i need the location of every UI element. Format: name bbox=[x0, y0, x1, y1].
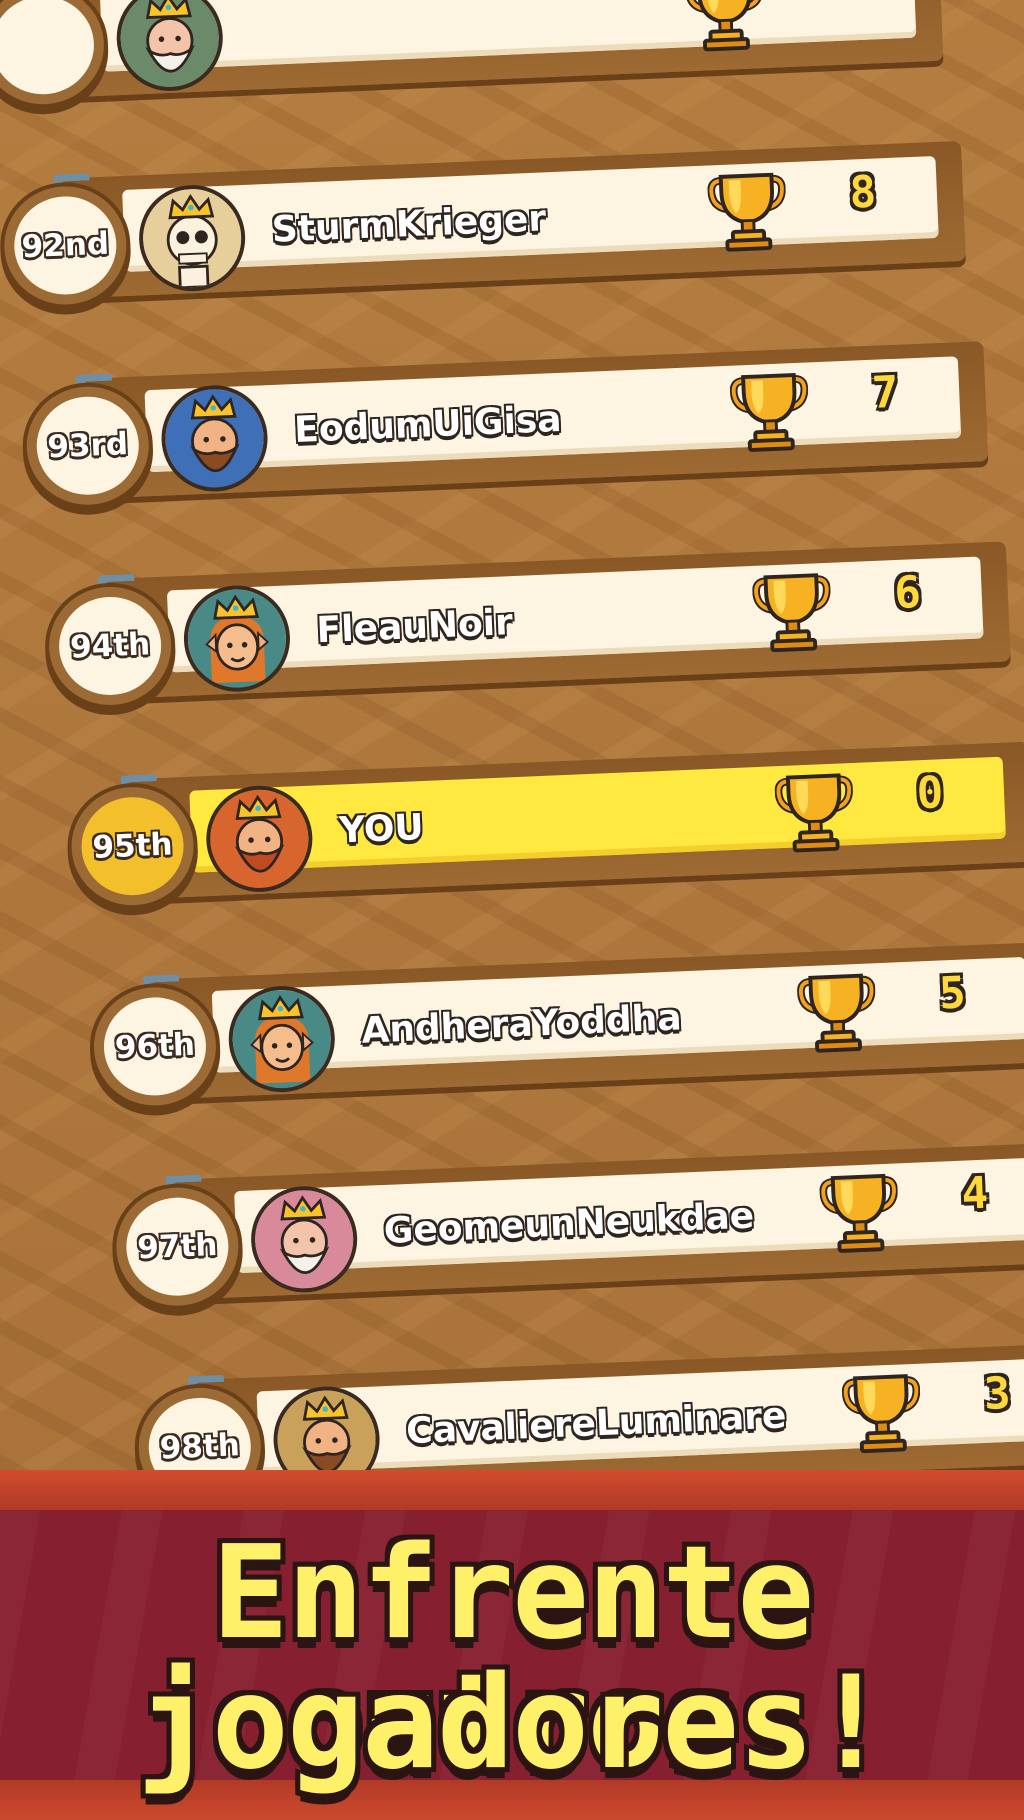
headline-line-2: jogadores! bbox=[136, 1649, 890, 1798]
trophy-count: 7 bbox=[870, 366, 900, 419]
leaderboard-row[interactable] bbox=[0, 0, 1024, 107]
trophy-icon bbox=[841, 1374, 921, 1454]
leaderboard-row[interactable]: 93rd EodumUiGisa 7 bbox=[23, 305, 1024, 508]
trophy-count: 4 bbox=[960, 1167, 990, 1220]
leaderboard-board: 92nd SturmKrieger 8 93rd EodumUiGisa 7 9… bbox=[0, 0, 1024, 1470]
trophy-count: 8 bbox=[848, 166, 878, 219]
trophy-icon bbox=[729, 372, 809, 452]
leaderboard-row[interactable]: 94th FleauNoir 6 bbox=[45, 506, 1024, 708]
player-name: FleauNoir bbox=[315, 602, 514, 652]
crown-icon bbox=[145, 0, 192, 20]
trophy-icon bbox=[796, 973, 876, 1053]
trophy-icon bbox=[684, 0, 764, 52]
leaderboard-row[interactable]: 96th AndheraYoddha 5 bbox=[90, 906, 1024, 1108]
player-name: YOU bbox=[338, 807, 425, 852]
trophy-icon bbox=[774, 773, 854, 853]
banner-top-edge bbox=[0, 1470, 1024, 1510]
trophy-icon bbox=[819, 1173, 898, 1253]
leaderboard-row[interactable]: 97th GeomeunNeukdae 4 bbox=[112, 1106, 1024, 1309]
leaderboard-row[interactable]: 92nd SturmKrieger 8 bbox=[0, 105, 1024, 307]
leaderboard-row[interactable]: 98th CavaliereLuminare 3 bbox=[135, 1306, 1024, 1470]
trophy-count: 5 bbox=[938, 967, 967, 1020]
leaderboard-row-self[interactable]: 95th YOU 0 bbox=[68, 706, 1024, 908]
trophy-icon bbox=[707, 172, 786, 252]
row-panel bbox=[166, 556, 984, 673]
trophy-count: 6 bbox=[893, 566, 922, 620]
leaderboard-list[interactable]: 92nd SturmKrieger 8 93rd EodumUiGisa 7 9… bbox=[0, 0, 1024, 1470]
promo-banner: Enfrente outros jogadores! bbox=[0, 1470, 1024, 1820]
row-panel bbox=[189, 756, 1006, 873]
trophy-count: 3 bbox=[982, 1367, 1012, 1420]
trophy-count: 0 bbox=[915, 767, 945, 820]
trophy-icon bbox=[752, 573, 831, 653]
